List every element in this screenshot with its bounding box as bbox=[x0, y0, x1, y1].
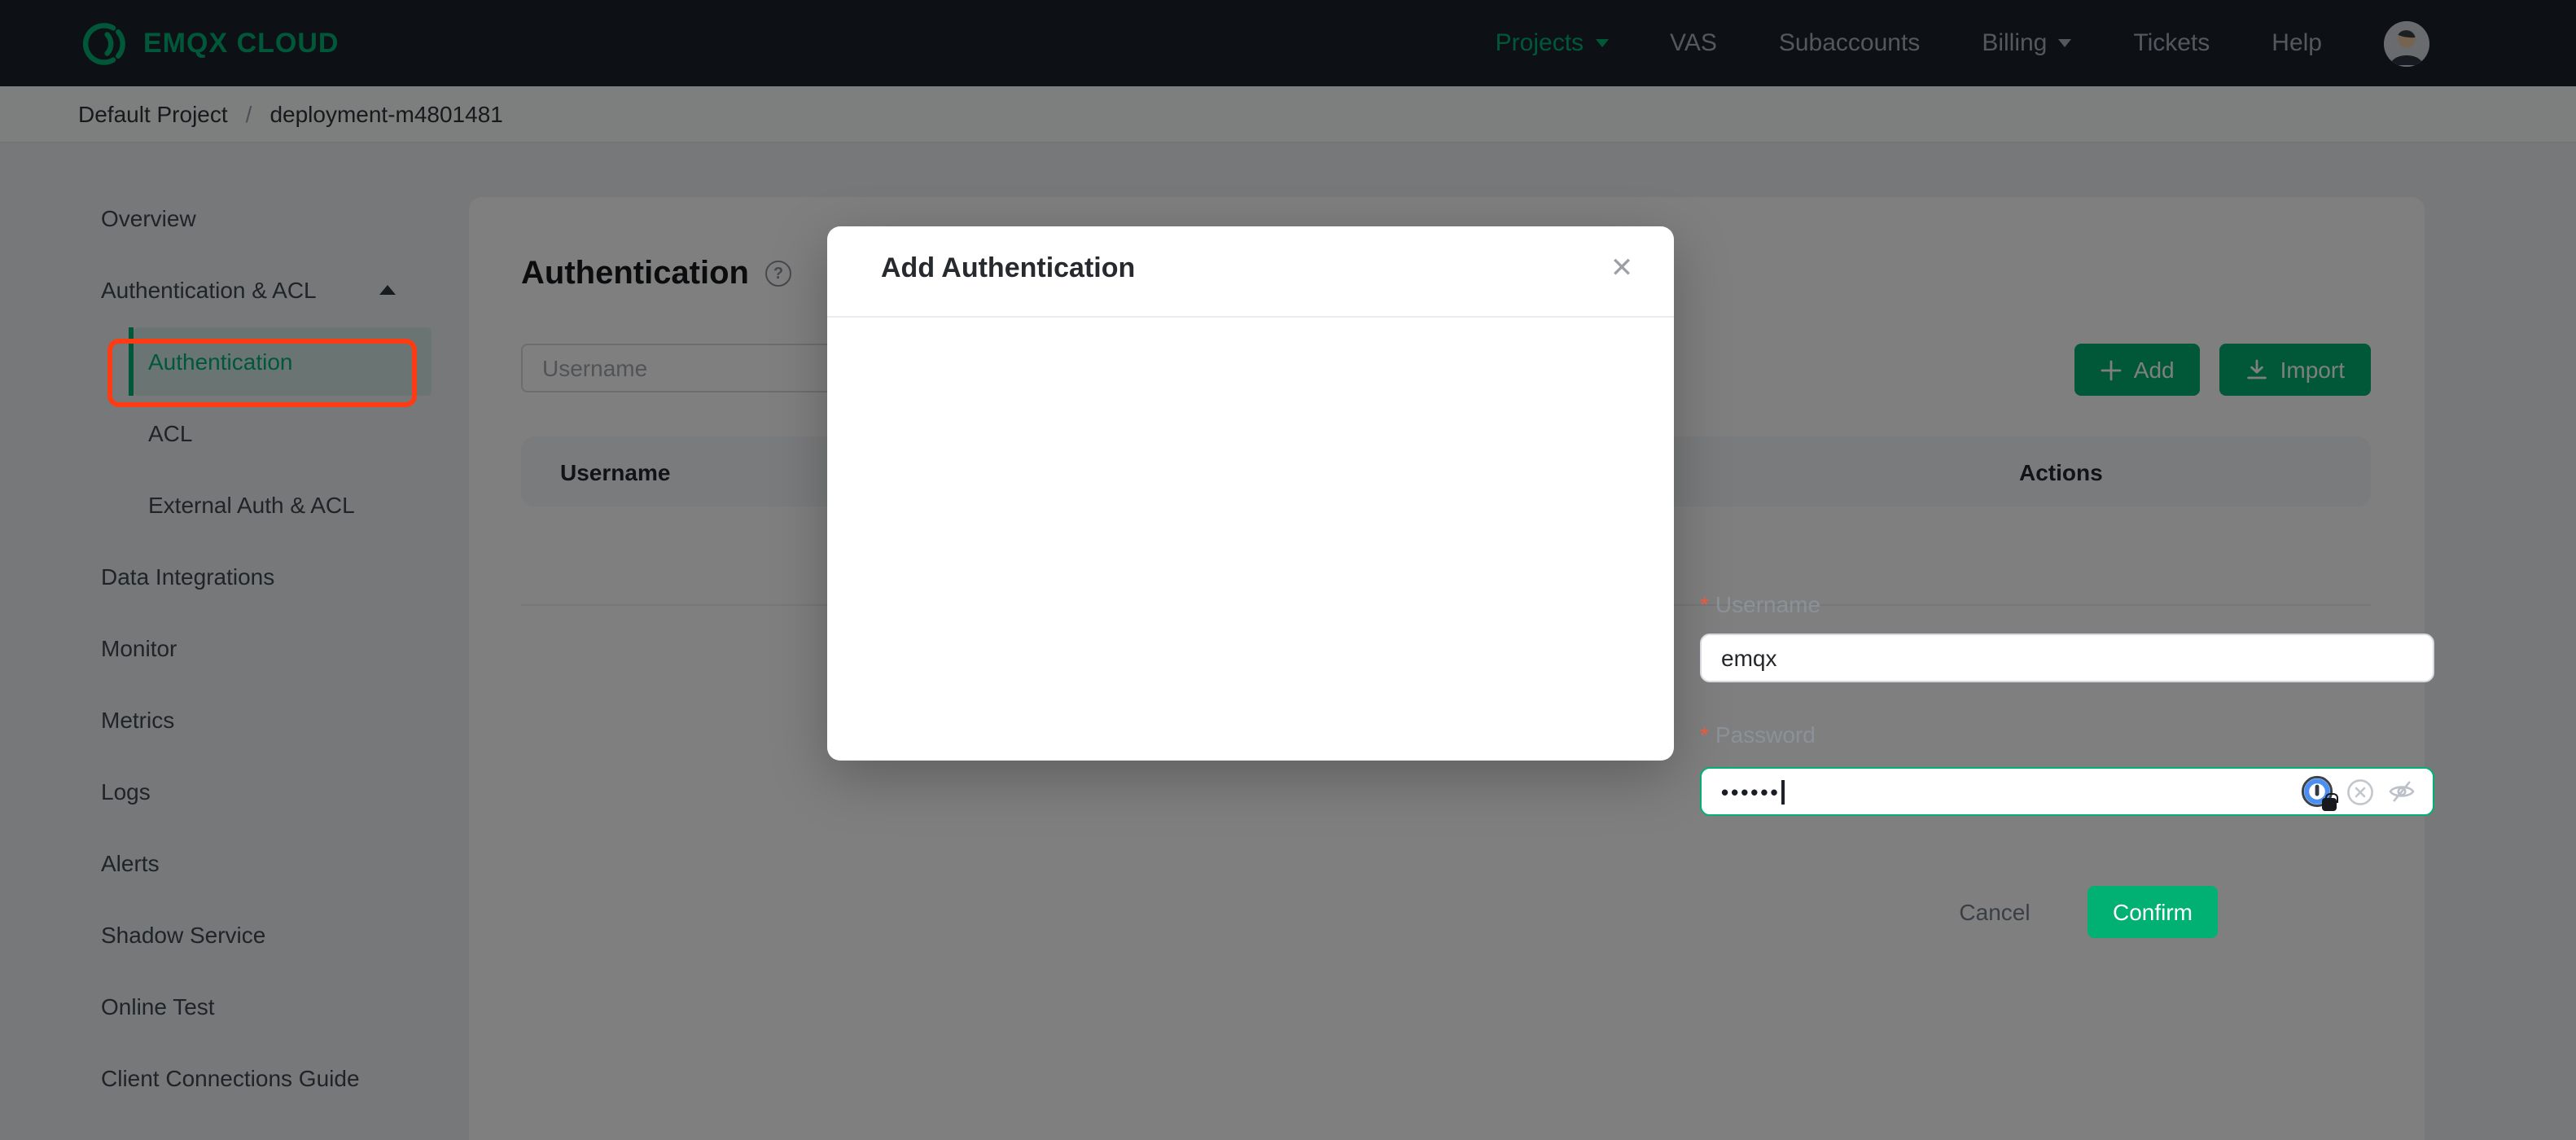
required-asterisk: * bbox=[1700, 721, 1709, 748]
add-authentication-dialog: Add Authentication ✕ *Username *Password… bbox=[827, 226, 2434, 938]
onepassword-extension-icon[interactable] bbox=[2301, 775, 2337, 811]
username-field-label: * Username bbox=[1700, 591, 1821, 617]
lock-badge-icon bbox=[2322, 792, 2337, 811]
cancel-button[interactable]: Cancel bbox=[1957, 889, 2032, 935]
text-cursor bbox=[1781, 779, 1785, 804]
app-viewport: EMQX CLOUD Projects VAS Subaccounts Bill… bbox=[0, 0, 2576, 1140]
username-field[interactable] bbox=[1700, 634, 2434, 682]
password-masked-value: •••••• bbox=[1721, 779, 1781, 804]
confirm-button[interactable]: Confirm bbox=[2088, 886, 2218, 938]
password-field[interactable]: •••••• bbox=[1700, 767, 2434, 816]
dialog-header: Add Authentication ✕ bbox=[827, 226, 1674, 318]
required-asterisk: * bbox=[1700, 591, 1709, 617]
dialog-title: Add Authentication bbox=[881, 252, 1136, 283]
annotation-highlight-box bbox=[107, 339, 417, 407]
eye-off-icon[interactable] bbox=[2387, 777, 2416, 806]
clear-input-icon[interactable] bbox=[2346, 778, 2374, 805]
close-icon[interactable]: ✕ bbox=[1602, 249, 1641, 288]
password-field-label: * Password bbox=[1700, 721, 1816, 748]
